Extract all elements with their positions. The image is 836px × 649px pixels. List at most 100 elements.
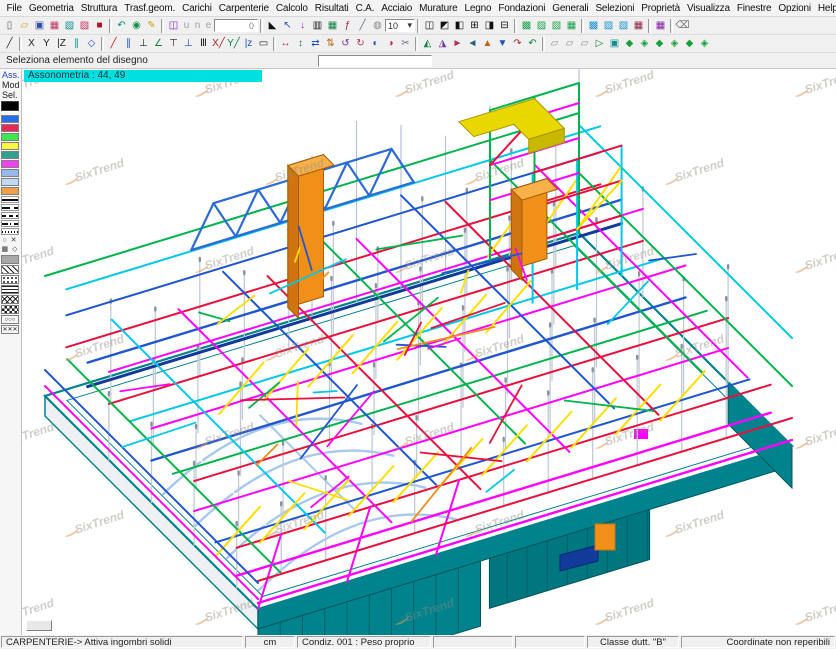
menu-geometria[interactable]: Geometria: [25, 3, 77, 14]
color-swatch-1[interactable]: [1, 124, 19, 132]
select-prev-green-icon[interactable]: ▦: [564, 18, 579, 33]
lower-icon[interactable]: ▼: [495, 36, 510, 51]
window-tile-5-icon[interactable]: ◨: [482, 18, 497, 33]
undo-icon[interactable]: ↶: [114, 18, 129, 33]
polygon-icon[interactable]: ◇: [84, 36, 99, 51]
window-tile-4-icon[interactable]: ⊞: [467, 18, 482, 33]
sidebar-tab-sel[interactable]: Sel.: [1, 90, 20, 100]
undo-curve-icon[interactable]: ↶: [525, 36, 540, 51]
pattern-checker[interactable]: [1, 305, 19, 314]
color-swatch-6[interactable]: [1, 169, 19, 177]
font-size-icon[interactable]: ƒ: [340, 18, 355, 33]
menu-help[interactable]: Help: [814, 3, 836, 14]
minimized-view-stub[interactable]: [26, 620, 52, 631]
layers-color-icon[interactable]: ▦: [325, 18, 340, 33]
layers-mono-icon[interactable]: ▥: [310, 18, 325, 33]
raise-icon[interactable]: ▲: [480, 36, 495, 51]
align-up-icon[interactable]: ◭: [420, 36, 435, 51]
color-swatch-5[interactable]: [1, 160, 19, 168]
color-swatch-3[interactable]: [1, 142, 19, 150]
run-solid-icon[interactable]: ▷: [592, 36, 607, 51]
line-style-long-dash[interactable]: [1, 204, 19, 211]
pattern-hlines[interactable]: [1, 285, 19, 294]
menu-legno[interactable]: Legno: [461, 3, 495, 14]
draw-line-icon[interactable]: ╱: [2, 36, 17, 51]
render-icon[interactable]: ◉: [129, 18, 144, 33]
coord-field[interactable]: [214, 19, 258, 32]
pattern-solid[interactable]: [1, 255, 19, 264]
menu-opzioni[interactable]: Opzioni: [775, 3, 815, 14]
panel-icon[interactable]: ▣: [607, 36, 622, 51]
menu-propriet-[interactable]: Proprietà: [638, 3, 684, 14]
menu-struttura[interactable]: Struttura: [77, 3, 121, 14]
menu-c-a-[interactable]: C.A.: [352, 3, 378, 14]
snap-u-icon[interactable]: u: [181, 18, 192, 33]
select-window-blue-icon[interactable]: ▨: [601, 18, 616, 33]
pattern-rings[interactable]: ○○○: [1, 315, 19, 324]
menu-carichi[interactable]: Carichi: [179, 3, 216, 14]
pattern-diag[interactable]: [1, 265, 19, 274]
select-poly-blue-icon[interactable]: ▧: [616, 18, 631, 33]
snap-angle-icon[interactable]: ∠: [151, 36, 166, 51]
line-style-solid[interactable]: [1, 196, 19, 203]
new-file-icon[interactable]: ▯: [2, 18, 17, 33]
model-check-icon[interactable]: ▨: [77, 18, 92, 33]
step-back-icon[interactable]: ◄: [465, 36, 480, 51]
constrain-z-icon[interactable]: |Z: [54, 36, 69, 51]
line-style-dash-dot[interactable]: [1, 220, 19, 227]
extrude-3-icon[interactable]: ▱: [577, 36, 592, 51]
sidebar-tab-ass[interactable]: Ass.: [1, 70, 20, 80]
move-v-icon[interactable]: ↕: [293, 36, 308, 51]
snap-triple-icon[interactable]: Ⅲ: [196, 36, 211, 51]
snap-line-icon[interactable]: ╱: [106, 36, 121, 51]
select-special-icon[interactable]: ▦: [653, 18, 668, 33]
window-tile-3-icon[interactable]: ◧: [452, 18, 467, 33]
snap-e-icon[interactable]: e: [203, 18, 214, 33]
axis-x-cut-icon[interactable]: X╱: [211, 36, 226, 51]
pattern-dots[interactable]: [1, 275, 19, 284]
save-file-icon[interactable]: ▣: [32, 18, 47, 33]
snap-base-icon[interactable]: ⊥: [181, 36, 196, 51]
move-h-icon[interactable]: ↔: [278, 36, 293, 51]
step-fwd-icon[interactable]: ►: [450, 36, 465, 51]
menu-generali[interactable]: Generali: [549, 3, 592, 14]
open-file-icon[interactable]: ▱: [17, 18, 32, 33]
select-all-green-icon[interactable]: ▩: [519, 18, 534, 33]
select-all-blue-icon[interactable]: ▩: [586, 18, 601, 33]
menu-calcolo[interactable]: Calcolo: [272, 3, 311, 14]
model-edit-icon[interactable]: ▧: [62, 18, 77, 33]
window-tile-2-icon[interactable]: ◩: [437, 18, 452, 33]
swap-h-icon[interactable]: ⇄: [308, 36, 323, 51]
view-solid-icon[interactable]: ◣: [265, 18, 280, 33]
menu-selezioni[interactable]: Selezioni: [592, 3, 638, 14]
color-swatch-4[interactable]: [1, 151, 19, 159]
extrude-2-icon[interactable]: ▱: [562, 36, 577, 51]
redo-curve-icon[interactable]: ↷: [510, 36, 525, 51]
print-icon[interactable]: ■: [92, 18, 107, 33]
pattern-crosshatch[interactable]: ✕✕✕: [1, 325, 19, 334]
menu-acciaio[interactable]: Acciaio: [378, 3, 416, 14]
snap-rect-icon[interactable]: ▭: [256, 36, 271, 51]
solid-4-icon[interactable]: ◈: [667, 36, 682, 51]
line-style-dash[interactable]: [1, 212, 19, 219]
solid-2-icon[interactable]: ◈: [637, 36, 652, 51]
select-window-green-icon[interactable]: ▨: [534, 18, 549, 33]
erase-icon[interactable]: ⌫: [675, 18, 690, 33]
menu-trasf-geom-[interactable]: Trasf.geom.: [121, 3, 179, 14]
menu-file[interactable]: File: [3, 3, 25, 14]
snap-top-icon[interactable]: ⊤: [166, 36, 181, 51]
rotate-ccw-icon[interactable]: ↺: [338, 36, 353, 51]
snap-perp-icon[interactable]: ⊥: [136, 36, 151, 51]
solid-6-icon[interactable]: ◈: [697, 36, 712, 51]
constrain-x-icon[interactable]: X: [24, 36, 39, 51]
extrude-1-icon[interactable]: ▱: [547, 36, 562, 51]
deselect-icon[interactable]: ▦: [631, 18, 646, 33]
menu-fondazioni[interactable]: Fondazioni: [495, 3, 549, 14]
new-window-icon[interactable]: ◫: [166, 18, 181, 33]
color-swatch-2[interactable]: [1, 133, 19, 141]
menu-carpenterie[interactable]: Carpenterie: [215, 3, 272, 14]
pattern-cross[interactable]: [1, 295, 19, 304]
sidebar-tab-mod[interactable]: Mod: [1, 80, 20, 90]
rotate-cw-icon[interactable]: ↻: [353, 36, 368, 51]
menu-risultati[interactable]: Risultati: [311, 3, 352, 14]
